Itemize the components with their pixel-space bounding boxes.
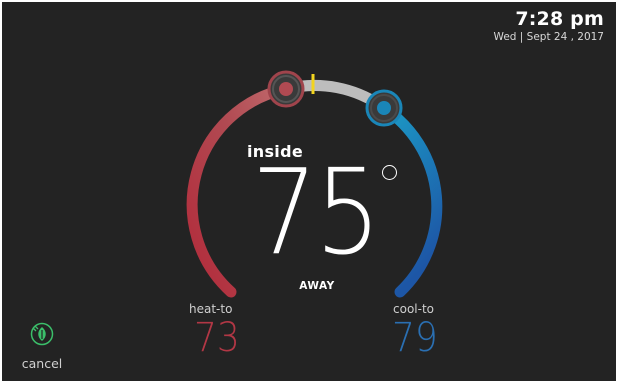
heat-to-value[interactable]: 73 <box>194 314 240 362</box>
cool-arc <box>378 102 443 298</box>
cool-to-value[interactable]: 79 <box>392 314 438 362</box>
degree-icon <box>382 165 397 180</box>
leaf-plug-icon <box>30 322 54 346</box>
heat-setpoint-handle[interactable] <box>267 70 305 108</box>
cancel-button[interactable]: cancel <box>16 322 68 378</box>
cool-setpoint-handle[interactable] <box>365 89 403 127</box>
thermostat-screen: 7:28 pm Wed | Sept 24 , 2017 inside 75 A… <box>2 2 616 381</box>
cancel-label: cancel <box>21 356 63 371</box>
mode-label: AWAY <box>299 280 335 292</box>
inside-temperature: 75 <box>251 143 381 281</box>
